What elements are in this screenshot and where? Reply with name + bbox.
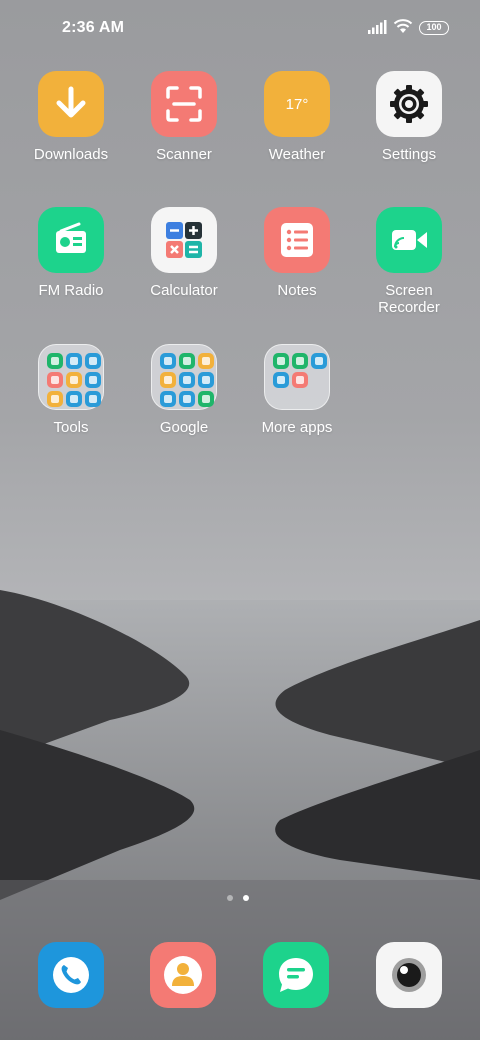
mini-app-icon [179, 391, 195, 407]
mini-app-icon [179, 372, 195, 388]
folder-label: Google [159, 419, 209, 436]
download-icon [38, 71, 104, 137]
page-dot[interactable] [227, 895, 233, 901]
battery-indicator: 100 [419, 21, 449, 35]
mini-app-icon [179, 353, 195, 369]
folder-tools[interactable]: Tools [15, 344, 127, 436]
signal-icon [368, 20, 387, 34]
dock-contacts[interactable] [150, 942, 216, 1008]
page-dot-active[interactable] [243, 895, 249, 901]
folder-icon [264, 344, 330, 410]
app-screen-recorder[interactable]: Screen Recorder [353, 207, 465, 316]
wifi-icon [393, 19, 413, 33]
mini-app-icon [198, 353, 214, 369]
dock-camera[interactable] [376, 942, 442, 1008]
mini-app-icon [160, 372, 176, 388]
app-settings[interactable]: Settings [353, 71, 465, 163]
status-time: 2:36 AM [62, 19, 125, 36]
app-fm-radio[interactable]: FM Radio [15, 207, 127, 299]
contacts-icon [164, 956, 202, 994]
app-label-line1: Screen [385, 282, 433, 299]
mini-app-icon [311, 353, 327, 369]
folder-label: Tools [53, 419, 89, 436]
app-downloads[interactable]: Downloads [15, 71, 127, 163]
mini-app-icon [85, 391, 101, 407]
mini-app-icon [160, 353, 176, 369]
app-label: FM Radio [38, 282, 104, 299]
folder-icon [151, 344, 217, 410]
app-label-line2: Recorder [378, 299, 440, 316]
weather-temperature: 17° [285, 95, 309, 113]
calculator-icon [151, 207, 217, 273]
camera-icon [392, 958, 426, 992]
mini-app-icon [47, 353, 63, 369]
scanner-icon [151, 71, 217, 137]
mini-app-icon [198, 391, 214, 407]
folder-more-apps[interactable]: More apps [241, 344, 353, 436]
folder-label: More apps [261, 419, 333, 436]
mini-app-icon [273, 353, 289, 369]
mini-app-icon [66, 372, 82, 388]
mini-app-icon [47, 391, 63, 407]
mini-app-icon [85, 372, 101, 388]
mini-app-icon [273, 372, 289, 388]
weather-icon: 17° [264, 71, 330, 137]
mini-app-icon [292, 372, 308, 388]
app-label: Screen Recorder [353, 282, 465, 316]
mini-app-icon [85, 353, 101, 369]
gear-icon [376, 71, 442, 137]
mini-app-icon [292, 353, 308, 369]
app-scanner[interactable]: Scanner [128, 71, 240, 163]
mini-app-icon [160, 391, 176, 407]
page-indicator [227, 895, 249, 901]
app-label: Downloads [33, 146, 109, 163]
screen-recorder-icon [376, 207, 442, 273]
app-label: Weather [268, 146, 326, 163]
app-label: Calculator [150, 282, 218, 299]
messages-icon [279, 958, 313, 992]
folder-icon [38, 344, 104, 410]
app-calculator[interactable]: Calculator [128, 207, 240, 299]
mini-app-icon [47, 372, 63, 388]
app-label: Settings [381, 146, 437, 163]
app-notes[interactable]: Notes [241, 207, 353, 299]
radio-icon [38, 207, 104, 273]
phone-icon [53, 957, 89, 993]
dock-messages[interactable] [263, 942, 329, 1008]
dock-phone[interactable] [38, 942, 104, 1008]
notes-icon [264, 207, 330, 273]
mini-app-icon [198, 372, 214, 388]
mini-app-icon [66, 391, 82, 407]
app-weather[interactable]: 17° Weather [241, 71, 353, 163]
folder-google[interactable]: Google [128, 344, 240, 436]
mini-app-icon [66, 353, 82, 369]
app-label: Scanner [156, 146, 212, 163]
status-bar: 2:36 AM 100 [0, 0, 480, 56]
app-label: Notes [277, 282, 317, 299]
